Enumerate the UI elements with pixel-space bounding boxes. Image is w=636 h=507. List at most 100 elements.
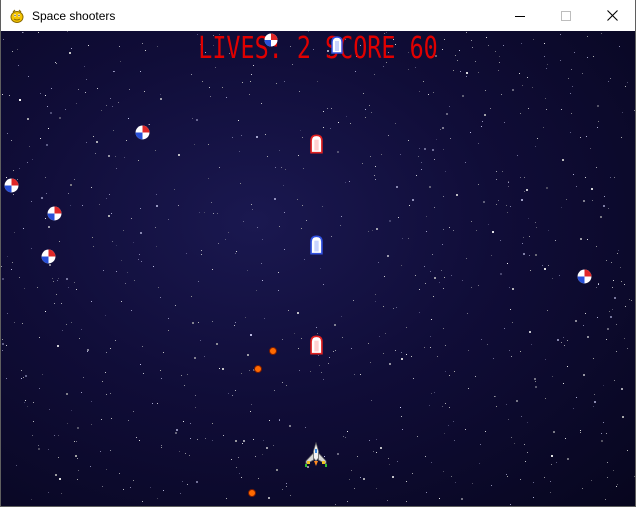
star bbox=[570, 132, 571, 133]
star bbox=[610, 177, 611, 178]
star bbox=[83, 377, 84, 378]
star bbox=[67, 31, 68, 32]
star bbox=[22, 323, 23, 324]
star bbox=[209, 87, 210, 88]
star bbox=[286, 385, 287, 386]
star bbox=[130, 487, 131, 488]
star bbox=[105, 372, 106, 373]
star bbox=[150, 487, 151, 488]
star bbox=[232, 137, 233, 138]
star bbox=[383, 353, 384, 354]
star bbox=[222, 368, 224, 370]
star bbox=[301, 338, 302, 339]
star bbox=[212, 423, 213, 424]
star bbox=[181, 375, 182, 376]
star bbox=[433, 92, 434, 93]
star bbox=[215, 67, 216, 68]
star bbox=[306, 220, 307, 221]
star bbox=[198, 322, 199, 323]
star bbox=[219, 368, 220, 369]
star bbox=[45, 95, 46, 96]
star bbox=[580, 432, 581, 433]
game-window: Space shooters LIVES: 2 SCORE 60 bbox=[0, 0, 636, 507]
star bbox=[508, 186, 509, 187]
star bbox=[576, 397, 577, 398]
star bbox=[350, 123, 351, 124]
star bbox=[14, 232, 15, 233]
star bbox=[511, 437, 512, 438]
star bbox=[492, 231, 494, 233]
star bbox=[342, 337, 343, 338]
star bbox=[430, 336, 431, 337]
star bbox=[593, 358, 594, 359]
star bbox=[18, 65, 19, 66]
star bbox=[392, 476, 394, 478]
star bbox=[401, 358, 403, 360]
star bbox=[605, 499, 606, 500]
star bbox=[388, 135, 389, 136]
star bbox=[101, 419, 102, 420]
star bbox=[205, 438, 206, 439]
star bbox=[593, 56, 594, 57]
star bbox=[354, 488, 355, 489]
star bbox=[416, 175, 417, 176]
star bbox=[128, 420, 129, 421]
star bbox=[92, 237, 93, 238]
star bbox=[395, 350, 396, 351]
star bbox=[91, 301, 92, 302]
star bbox=[346, 116, 347, 117]
star bbox=[276, 469, 278, 471]
star bbox=[349, 181, 350, 182]
player-spaceship-icon[interactable] bbox=[304, 442, 328, 468]
star bbox=[38, 445, 39, 446]
close-button[interactable] bbox=[589, 0, 635, 31]
star bbox=[168, 330, 169, 331]
star bbox=[143, 373, 144, 374]
star bbox=[196, 481, 198, 483]
star bbox=[90, 466, 91, 467]
star bbox=[483, 201, 485, 203]
star bbox=[598, 284, 599, 285]
star bbox=[467, 313, 468, 314]
star bbox=[567, 458, 569, 460]
star bbox=[25, 375, 27, 377]
star bbox=[71, 322, 72, 323]
star bbox=[441, 270, 442, 271]
star bbox=[257, 227, 258, 228]
star bbox=[323, 127, 324, 128]
star bbox=[21, 378, 22, 379]
maximize-button[interactable] bbox=[543, 0, 589, 31]
star bbox=[543, 127, 544, 128]
star bbox=[48, 128, 49, 129]
minimize-button[interactable] bbox=[497, 0, 543, 31]
star bbox=[139, 254, 140, 255]
star bbox=[417, 436, 418, 437]
star bbox=[160, 98, 162, 100]
star bbox=[381, 154, 382, 155]
star bbox=[258, 478, 259, 479]
star bbox=[533, 497, 534, 498]
game-canvas[interactable]: LIVES: 2 SCORE 60 bbox=[1, 31, 635, 506]
star bbox=[111, 418, 112, 419]
star bbox=[77, 479, 78, 480]
star bbox=[472, 483, 473, 484]
star bbox=[439, 498, 440, 499]
star bbox=[99, 204, 100, 205]
star bbox=[71, 410, 72, 411]
star bbox=[323, 111, 324, 112]
title-bar[interactable]: Space shooters bbox=[1, 0, 635, 31]
star bbox=[48, 449, 49, 450]
star bbox=[337, 453, 339, 455]
star bbox=[395, 123, 396, 124]
laser-bolt-icon bbox=[310, 335, 323, 355]
star bbox=[202, 81, 203, 82]
star bbox=[347, 431, 348, 432]
star bbox=[136, 437, 137, 438]
star bbox=[76, 441, 77, 442]
star bbox=[33, 402, 34, 403]
star bbox=[355, 71, 356, 72]
star bbox=[299, 91, 300, 92]
star bbox=[51, 88, 52, 89]
star bbox=[621, 281, 622, 282]
star bbox=[299, 370, 300, 371]
